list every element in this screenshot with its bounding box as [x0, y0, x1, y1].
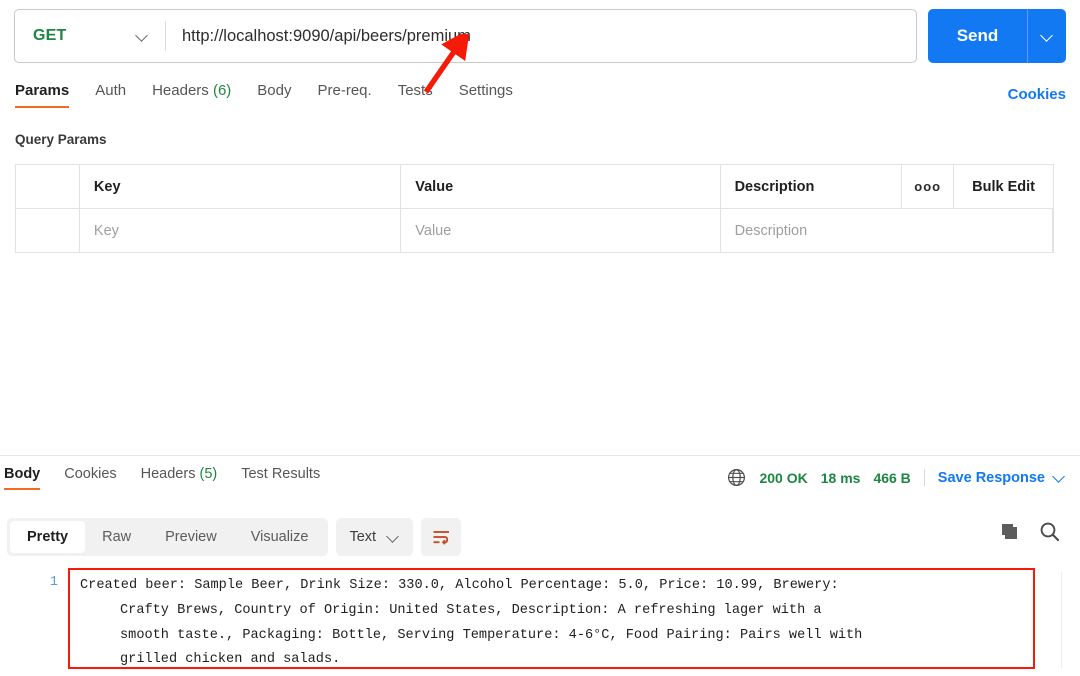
header-checkbox-cell — [16, 165, 80, 208]
request-url-row: GET Send — [14, 9, 1066, 65]
save-response-button[interactable]: Save Response — [938, 470, 1066, 486]
http-method-dropdown[interactable]: GET — [15, 10, 165, 62]
response-tab-cookies-label: Cookies — [64, 466, 117, 482]
url-input[interactable] — [166, 10, 916, 62]
copy-icon[interactable] — [999, 521, 1020, 542]
search-icon[interactable] — [1039, 521, 1060, 542]
query-params-table: Key Value Description ooo Bulk Edit Key … — [15, 164, 1054, 253]
body-line-3: smooth taste., Packaging: Bottle, Servin… — [120, 627, 863, 643]
line-number: 1 — [49, 575, 58, 590]
header-key: Key — [80, 165, 402, 208]
send-options-button[interactable] — [1028, 9, 1066, 63]
response-tab-headers[interactable]: Headers (5) — [141, 466, 218, 490]
word-wrap-button[interactable] — [421, 518, 462, 556]
response-tab-test-results-label: Test Results — [241, 466, 321, 482]
send-button[interactable]: Send — [928, 9, 1027, 63]
tab-prerequest[interactable]: Pre-req. — [318, 82, 372, 108]
status-code: 200 OK — [759, 469, 808, 486]
tab-prerequest-label: Pre-req. — [317, 82, 372, 99]
view-mode-preview[interactable]: Preview — [148, 521, 234, 553]
chevron-down-icon — [1041, 30, 1054, 43]
url-shell: GET — [14, 9, 917, 63]
row-checkbox-cell[interactable] — [16, 209, 80, 252]
response-tab-body[interactable]: Body — [4, 466, 41, 490]
header-description: Description — [721, 165, 903, 208]
response-status-bar: 200 OK 18 ms 466 B Save Response — [727, 468, 1066, 487]
tab-params-label: Params — [15, 82, 70, 99]
table-header-row: Key Value Description ooo Bulk Edit — [16, 165, 1053, 209]
tab-headers-label: Headers — [152, 82, 209, 99]
response-view-toolbar: Pretty Raw Preview Visualize Text — [7, 518, 462, 556]
response-size: 466 B — [873, 469, 911, 486]
response-tab-headers-label: Headers — [140, 466, 196, 482]
view-mode-pretty[interactable]: Pretty — [10, 521, 86, 553]
response-body-text[interactable]: Created beer: Sample Beer, Drink Size: 3… — [80, 574, 1032, 673]
tab-settings[interactable]: Settings — [459, 82, 513, 108]
globe-icon — [728, 469, 746, 486]
view-mode-raw[interactable]: Raw — [85, 521, 148, 553]
body-line-2: Crafty Brews, Country of Origin: United … — [120, 602, 822, 618]
tab-params[interactable]: Params — [15, 82, 70, 108]
response-time: 18 ms — [820, 469, 861, 486]
tab-auth-label: Auth — [95, 82, 127, 99]
tab-headers-count: (6) — [212, 82, 232, 99]
tab-body-label: Body — [257, 82, 292, 99]
response-tab-bar: Body Cookies Headers (5) Test Results — [0, 466, 660, 498]
row-description-input[interactable]: Description — [721, 209, 1053, 252]
tab-tests-label: Tests — [397, 82, 433, 99]
query-params-title: Query Params — [15, 132, 107, 147]
header-value: Value — [401, 165, 721, 208]
tab-tests[interactable]: Tests — [398, 82, 433, 108]
response-tab-test-results[interactable]: Test Results — [241, 466, 320, 490]
chevron-down-icon — [136, 30, 149, 43]
view-mode-segment: Pretty Raw Preview Visualize — [7, 518, 329, 556]
response-scrollbar[interactable] — [1061, 572, 1072, 668]
response-tab-body-label: Body — [4, 466, 41, 482]
cookies-link[interactable]: Cookies — [1008, 86, 1066, 103]
bulk-edit-button[interactable]: Bulk Edit — [954, 165, 1053, 208]
response-action-icons — [999, 521, 1060, 542]
body-line-4: grilled chicken and salads. — [120, 652, 341, 668]
tab-headers[interactable]: Headers (6) — [152, 82, 231, 108]
response-tab-headers-count: (5) — [199, 466, 218, 482]
row-value-input[interactable]: Value — [401, 209, 721, 252]
table-row: Key Value Description — [16, 209, 1053, 253]
response-divider — [0, 455, 1080, 456]
send-button-group: Send — [928, 9, 1066, 63]
tab-settings-label: Settings — [458, 82, 513, 99]
request-tab-bar: Params Auth Headers (6) Body Pre-req. Te… — [15, 82, 1065, 116]
save-response-label: Save Response — [937, 469, 1045, 486]
view-mode-visualize[interactable]: Visualize — [234, 521, 326, 553]
response-format-dropdown[interactable]: Text — [336, 518, 414, 556]
status-divider — [923, 469, 925, 486]
word-wrap-icon — [433, 530, 449, 545]
tab-auth[interactable]: Auth — [95, 82, 126, 108]
response-format-label: Text — [349, 529, 377, 545]
response-tab-cookies[interactable]: Cookies — [64, 466, 116, 490]
more-options-icon[interactable]: ooo — [902, 165, 955, 208]
chevron-down-icon — [1053, 471, 1066, 484]
body-line-1: Created beer: Sample Beer, Drink Size: 3… — [80, 578, 839, 593]
http-method-label: GET — [33, 27, 67, 44]
chevron-down-icon — [387, 531, 400, 544]
tab-body[interactable]: Body — [257, 82, 291, 108]
row-key-input[interactable]: Key — [80, 209, 402, 252]
postman-window: GET Send Params Auth Headers (6) Body — [0, 0, 1080, 676]
